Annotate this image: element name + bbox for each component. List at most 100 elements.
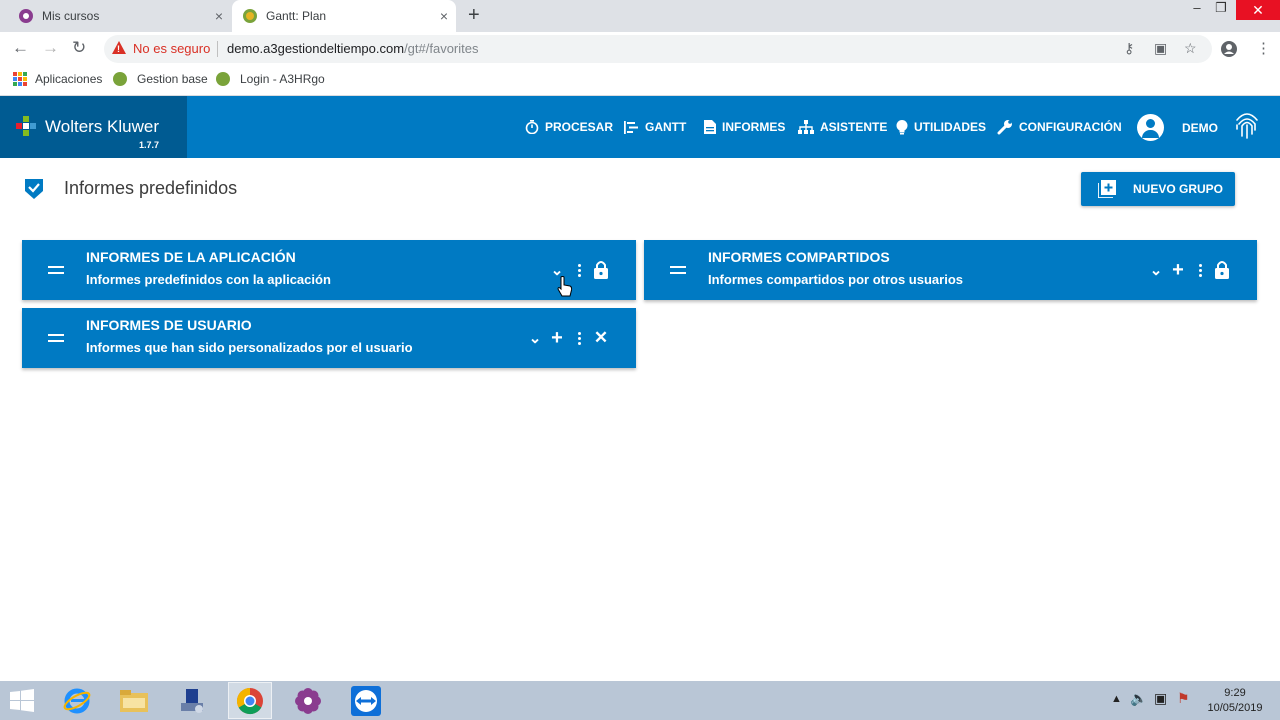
user-avatar-icon[interactable] [1137,114,1164,141]
brand-area[interactable]: Wolters Kluwer 1.7.7 [0,96,187,158]
menu-kebab-icon[interactable]: ⋮ [1256,39,1271,57]
nav-label: CONFIGURACIÓN [1019,120,1122,134]
back-arrow-icon[interactable]: ← [12,38,29,58]
url-host: demo.a3gestiondeltiempo.com [227,41,405,56]
browser-tab-title: Gantt: Plan [266,9,327,23]
hand-cursor-icon [557,276,573,297]
group-actions: ⌄ + [1145,258,1233,282]
forward-arrow-icon[interactable]: → [42,38,59,58]
bookmark-apps[interactable]: Aplicaciones [13,72,102,86]
chrome-button[interactable] [228,682,272,719]
windows-start-button[interactable] [0,682,44,719]
chevron-down-icon[interactable]: ⌄ [524,326,546,350]
close-window-icon[interactable]: ✕ [1236,0,1280,20]
hierarchy-icon [798,120,814,134]
group-card-aplicacion[interactable]: INFORMES DE LA APLICACIÓN Informes prede… [22,240,636,300]
bookmark-label: Gestion base [137,72,208,86]
profile-icon[interactable] [1221,41,1237,57]
folder-icon [120,689,148,712]
brand-name: Wolters Kluwer [45,117,159,136]
clock-date: 10/05/2019 [1207,702,1263,714]
remote-desktop-button[interactable] [170,682,214,719]
teamviewer-button[interactable] [344,682,388,719]
browser-tab-gantt-plan[interactable]: Gantt: Plan × [232,0,456,32]
internet-explorer-icon [63,688,91,713]
nav-label: GANTT [645,120,687,134]
file-explorer-button[interactable] [112,682,156,719]
apps-grid-icon [13,72,27,86]
globe-icon [243,9,257,23]
group-title: INFORMES COMPARTIDOS [708,249,890,265]
nav-gantt[interactable]: GANTT [624,96,686,158]
browser-tab-mis-cursos[interactable]: Mis cursos × [8,0,231,32]
add-box-icon [1098,180,1116,198]
speaker-icon[interactable]: 🔈 [1130,690,1147,707]
drag-handle-icon[interactable] [670,266,686,274]
wolters-kluwer-logo-icon [16,116,36,136]
close-icon[interactable]: ✕ [590,326,612,350]
new-tab-button[interactable]: + [468,4,480,27]
page-title: Informes predefinidos [64,178,238,198]
restore-window-icon[interactable]: ❐ [1206,0,1236,20]
more-vert-icon[interactable] [1189,258,1211,282]
nav-configuracion[interactable]: CONFIGURACIÓN [997,96,1122,158]
show-hidden-icons-icon[interactable]: ▲ [1111,693,1122,705]
close-tab-icon[interactable]: × [440,8,448,24]
nav-procesar[interactable]: PROCESAR [525,96,613,158]
nav-utilidades[interactable]: UTILIDADES [896,96,986,158]
drag-handle-icon[interactable] [48,334,64,342]
app-version: 1.7.7 [139,140,160,150]
more-vert-icon[interactable] [568,326,590,350]
stopwatch-icon [525,120,539,134]
chevron-down-icon[interactable]: ⌄ [1145,258,1167,282]
document-icon [704,120,716,134]
windows-logo-icon [10,688,34,712]
drag-handle-icon[interactable] [48,266,64,274]
taskbar-clock[interactable]: 9:29 10/05/2019 [1200,686,1270,716]
plus-icon[interactable]: + [546,326,568,350]
lock-icon[interactable] [590,258,612,282]
group-subtitle: Informes compartidos por otros usuarios [708,272,963,287]
new-group-label: NUEVO GRUPO [1133,182,1224,196]
group-actions: ⌄ + ✕ [524,326,612,350]
globe-icon [216,72,230,86]
reload-icon[interactable]: ↻ [72,38,86,58]
lock-icon[interactable] [1211,258,1233,282]
address-bar[interactable]: ! No es seguro demo.a3gestiondeltiempo.c… [104,35,1212,63]
lightbulb-icon [896,119,908,134]
bookmark-label: Aplicaciones [35,72,103,86]
close-tab-icon[interactable]: × [215,8,223,24]
translate-icon[interactable]: ▣ [1154,40,1167,57]
teamviewer-icon [351,685,381,716]
app-header: Wolters Kluwer 1.7.7 PROCESAR GANTT INFO… [0,96,1280,158]
moodle-flower-icon [19,9,33,23]
bookmark-gestion-base[interactable]: Gestion base [113,72,208,86]
globe-icon [113,72,127,86]
group-actions: ⌄ [546,258,612,282]
user-name[interactable]: DEMO [1182,121,1218,135]
nav-label: UTILIDADES [914,120,986,134]
nav-asistente[interactable]: ASISTENTE [798,96,887,158]
plus-icon[interactable]: + [1167,258,1189,282]
security-status[interactable]: No es seguro [133,41,210,56]
fingerprint-icon[interactable] [1234,110,1260,140]
group-card-compartidos[interactable]: INFORMES COMPARTIDOS Informes compartido… [644,240,1257,300]
bookmark-login-a3hrgo[interactable]: Login - A3HRgo [216,72,325,86]
url-path: /gt#/favorites [404,41,479,56]
flower-icon [295,687,321,714]
group-card-usuario[interactable]: INFORMES DE USUARIO Informes que han sid… [22,308,636,368]
action-center-icon[interactable]: ⚑ [1177,690,1190,707]
bookmark-label: Login - A3HRgo [240,72,325,86]
page-title-row: Informes predefinidos NUEVO GRUPO [0,158,1280,218]
internet-explorer-button[interactable] [55,682,99,719]
browser-tab-strip: Mis cursos × Gantt: Plan × + – ❐ ✕ [0,0,1280,32]
network-icon[interactable]: ▣ [1154,690,1167,707]
new-group-button[interactable]: NUEVO GRUPO [1081,172,1235,206]
moodle-app-button[interactable] [286,682,330,719]
chrome-icon [236,687,263,714]
url-text[interactable]: demo.a3gestiondeltiempo.com/gt#/favorite… [227,41,479,56]
star-icon[interactable]: ☆ [1184,40,1197,57]
gantt-icon [624,120,638,134]
key-icon[interactable]: ⚷ [1124,40,1134,57]
nav-informes[interactable]: INFORMES [704,96,785,158]
